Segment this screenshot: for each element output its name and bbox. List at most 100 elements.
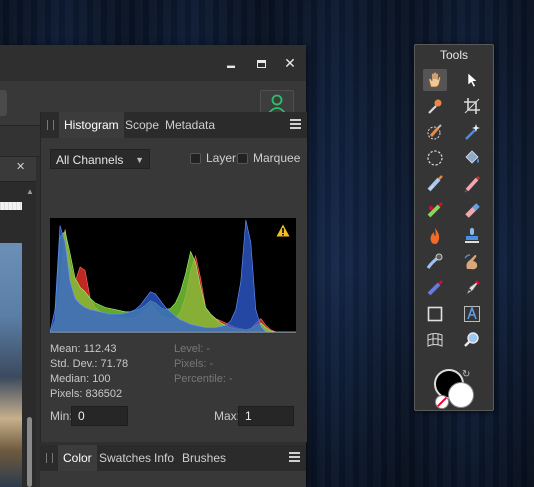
tab-histogram[interactable]: Histogram	[59, 112, 124, 138]
crop-icon	[464, 98, 480, 114]
marquee-checkbox-label: Marquee	[253, 151, 301, 165]
maximize-button[interactable]	[249, 53, 273, 73]
close-document-icon[interactable]: ✕	[16, 160, 25, 173]
chevron-down-icon: ▼	[135, 155, 144, 165]
freehand-selection-tool[interactable]	[423, 147, 447, 169]
burn-tool[interactable]	[423, 225, 447, 247]
panel-tab-bar: Histogram Scope Metadata	[41, 112, 307, 138]
ruler	[0, 202, 22, 210]
stat-percentile: Percentile: -	[174, 373, 233, 385]
max-label: Max:	[214, 409, 241, 423]
tab-info[interactable]: Info	[149, 445, 179, 471]
hand-icon	[428, 71, 441, 88]
tab-swatches[interactable]: Swatches	[94, 445, 156, 471]
panel-grip-icon[interactable]	[46, 453, 53, 463]
panel-menu-icon[interactable]	[289, 452, 300, 462]
pen-tool[interactable]	[460, 277, 484, 299]
flame-icon	[430, 228, 440, 244]
document-view: ✕ ▲	[0, 157, 36, 487]
crop-tool[interactable]	[460, 95, 484, 117]
text-tool[interactable]	[460, 303, 484, 325]
minimize-icon: ▬	[227, 61, 235, 70]
color-picker-tool[interactable]	[423, 95, 447, 117]
blur-brush-icon	[427, 280, 443, 296]
clone-tool[interactable]	[460, 225, 484, 247]
close-icon: ✕	[284, 55, 296, 71]
flood-fill-tool[interactable]	[460, 147, 484, 169]
smudge-tool[interactable]	[423, 251, 447, 273]
minimize-button[interactable]: ▬	[219, 53, 243, 73]
selection-brush-tool[interactable]	[423, 121, 447, 143]
scrollbar-thumb[interactable]	[27, 417, 32, 487]
document-tab[interactable]: ✕	[0, 157, 36, 182]
eyedropper-icon	[428, 99, 442, 114]
tab-color[interactable]: Color	[58, 445, 97, 471]
max-input[interactable]: 1	[238, 406, 294, 426]
tools-title: Tools	[439, 48, 468, 62]
histogram-panel: Histogram Scope Metadata All Channels ▼ …	[40, 112, 307, 442]
finger-icon	[464, 254, 478, 270]
lasso-icon	[427, 150, 443, 166]
stat-level: Level: -	[174, 343, 211, 355]
swap-colors-icon[interactable]: ↻	[462, 369, 470, 380]
pen-nib-icon	[466, 280, 480, 295]
brush-icon	[427, 175, 443, 192]
close-button[interactable]: ✕	[278, 53, 302, 73]
scroll-up-icon[interactable]: ▲	[26, 187, 34, 196]
histogram-chart	[49, 218, 296, 334]
text-frame-icon	[464, 305, 480, 322]
flood-select-tool[interactable]	[460, 121, 484, 143]
warning-icon[interactable]	[276, 224, 290, 237]
channel-select-value: All Channels	[56, 153, 124, 167]
rectangle-icon	[427, 306, 443, 322]
layer-checkbox[interactable]	[190, 153, 201, 164]
selection-brush-icon	[427, 124, 442, 140]
toolbar-button-partial[interactable]	[0, 90, 7, 116]
view-tool[interactable]	[423, 69, 447, 91]
stat-pixels-selected: Pixels: -	[174, 358, 214, 370]
histogram-svg	[49, 219, 296, 334]
stat-mean: Mean: 112.43	[50, 343, 117, 355]
stat-std-dev: Std. Dev.: 71.78	[50, 358, 129, 370]
pointer-arrow-icon	[467, 72, 478, 88]
tab-brushes[interactable]: Brushes	[177, 445, 231, 471]
panel-grip-icon[interactable]	[47, 120, 54, 130]
histogram-blue-series	[49, 219, 296, 333]
healing-brush-icon	[427, 202, 443, 218]
title-bar: ▬ ✕	[0, 45, 306, 81]
healing-brush-tool[interactable]	[423, 199, 447, 221]
primary-color-swatch[interactable]	[448, 382, 474, 408]
stat-median: Median: 100	[50, 373, 111, 385]
pixel-tool[interactable]	[460, 173, 484, 195]
zoom-tool[interactable]	[460, 329, 484, 351]
panel-menu-icon[interactable]	[290, 119, 301, 129]
eraser-icon	[465, 203, 480, 218]
magic-wand-icon	[465, 124, 480, 140]
dodge-tool[interactable]	[460, 251, 484, 273]
min-label: Min:	[50, 409, 73, 423]
tab-scope[interactable]: Scope	[120, 112, 164, 138]
channel-select[interactable]: All Channels ▼	[50, 149, 150, 169]
rectangle-tool[interactable]	[423, 303, 447, 325]
vertical-scrollbar[interactable]: ▲	[23, 187, 35, 487]
mesh-warp-tool[interactable]	[423, 329, 447, 351]
document-canvas[interactable]	[0, 243, 22, 487]
min-input[interactable]: 0	[71, 406, 128, 426]
no-color-icon[interactable]	[435, 395, 449, 409]
paint-brush-tool[interactable]	[423, 173, 447, 195]
tab-metadata[interactable]: Metadata	[160, 112, 220, 138]
color-panel-body	[40, 471, 306, 487]
marquee-checkbox[interactable]	[237, 153, 248, 164]
color-panel-tab-bar: Color Swatches Info Brushes	[40, 445, 306, 471]
magnifier-icon	[464, 332, 479, 347]
move-tool[interactable]	[460, 69, 484, 91]
stats-left: Mean: 112.43 Std. Dev.: 71.78 Median: 10…	[50, 342, 128, 402]
maximize-icon	[256, 60, 266, 68]
mesh-warp-icon	[427, 333, 443, 347]
erase-brush-tool[interactable]	[460, 199, 484, 221]
paint-bucket-icon	[465, 150, 479, 164]
layer-checkbox-label: Layer	[206, 151, 237, 165]
smudge-icon	[426, 253, 443, 269]
pencil-icon	[464, 175, 481, 193]
blur-tool[interactable]	[423, 277, 447, 299]
